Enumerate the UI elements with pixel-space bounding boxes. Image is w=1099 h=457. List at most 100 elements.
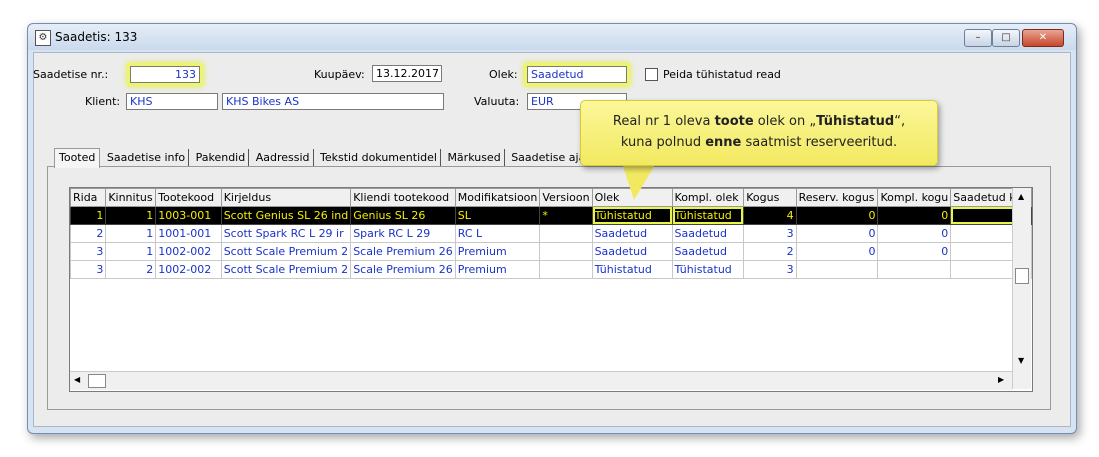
cell-kompl-olek: Saadetud — [671, 242, 745, 261]
cell-kogus: 3 — [743, 260, 797, 279]
callout-text: Real nr 1 oleva toote olek on „Tühistatu… — [581, 111, 937, 153]
klient-code-field[interactable]: KHS — [126, 93, 218, 110]
cell-kliendi-tootekood: Genius SL 26 — [350, 206, 456, 225]
tab-pakendid[interactable]: Pakendid — [193, 149, 250, 166]
scroll-left-icon[interactable]: ◀ — [74, 375, 80, 384]
cell-tootekood: 1002-002 — [155, 242, 222, 261]
callout-pointer — [622, 163, 656, 200]
cell-kirjeldus: Scott Spark RC L 29 ir — [220, 224, 352, 243]
kuupaev-label: Kuupäev: — [314, 68, 365, 81]
cell-kogus: 2 — [743, 242, 797, 261]
cell-reserv-kogus: 0 — [795, 224, 879, 243]
cell-olek: Tühistatud — [591, 206, 673, 225]
klient-label: Klient: — [85, 95, 121, 108]
cell-kompl-kogus: 0 — [877, 242, 952, 261]
cell-modifikatsioon: SL — [454, 206, 541, 225]
cell-kliendi-tootekood: Scale Premium 26 — [350, 260, 456, 279]
cell-kompl-kogus: 0 — [877, 206, 952, 225]
cell-kogus: 4 — [743, 206, 797, 225]
cell-rida: 2 — [70, 224, 107, 243]
cell-kliendi-tootekood: Scale Premium 26 — [350, 242, 456, 261]
callout-text-part: olek on „ — [753, 114, 817, 129]
cell-reserv-kogus: 0 — [795, 242, 879, 261]
col-header[interactable]: Kompl. kogu — [877, 188, 952, 207]
callout-text-part: Real nr 1 oleva — [612, 114, 715, 129]
cell-olek: Saadetud — [591, 242, 673, 261]
col-header[interactable]: Kompl. olek — [671, 188, 745, 207]
cell-tootekood: 1002-002 — [155, 260, 222, 279]
cell-rida: 3 — [70, 242, 107, 261]
tab-tekstid-dokumentidel[interactable]: Tekstid dokumentidel — [317, 149, 441, 166]
olek-label: Olek: — [489, 68, 518, 81]
tab-strip: Tooted Saadetise info Pakendid Aadressid… — [54, 148, 588, 168]
cell-rida: 1 — [70, 206, 107, 225]
callout-text-bold: enne — [705, 135, 742, 150]
col-header[interactable]: Kogus — [743, 188, 797, 207]
callout-text-part: “, — [894, 114, 906, 129]
cell-kirjeldus: Scott Genius SL 26 ind — [220, 206, 352, 225]
tab-markused[interactable]: Märkused — [444, 149, 505, 166]
callout-text-part: saatmist reserveeritud. — [741, 135, 898, 150]
cell-tootekood: 1003-001 — [155, 206, 222, 225]
col-header[interactable]: Modifikatsioon — [454, 188, 541, 207]
cell-kompl-olek: Saadetud — [671, 224, 745, 243]
cell-olek: Saadetud — [591, 224, 673, 243]
tab-saadetise-aja[interactable]: Saadetise aja — [508, 149, 588, 166]
cell-kinnitus: 1 — [105, 206, 157, 225]
minimize-button[interactable]: – — [964, 29, 992, 47]
saadetise-nr-field[interactable]: 133 — [130, 66, 200, 83]
col-header[interactable]: Kirjeldus — [220, 188, 352, 207]
cell-kirjeldus: Scott Scale Premium 2 — [220, 242, 352, 261]
tab-tooted[interactable]: Tooted — [54, 148, 101, 168]
title-bar[interactable]: ⚙ Saadetis: 133 – □ ✕ — [28, 24, 1076, 50]
cell-kliendi-tootekood: Spark RC L 29 — [350, 224, 456, 243]
close-button[interactable]: ✕ — [1022, 29, 1064, 47]
horizontal-scroll-thumb[interactable] — [88, 374, 106, 388]
annotation-callout: Real nr 1 oleva toote olek on „Tühistatu… — [580, 100, 938, 166]
scroll-down-icon[interactable]: ▼ — [1018, 356, 1024, 365]
callout-text-bold: toote — [714, 114, 754, 129]
products-grid[interactable]: Rida Kinnitus Tootekood Kirjeldus Kliend… — [69, 187, 1033, 392]
cell-kompl-olek: Tühistatud — [671, 206, 745, 225]
table-row[interactable]: 1 1 1003-001 Scott Genius SL 26 ind Geni… — [70, 206, 1032, 225]
cell-kinnitus: 1 — [105, 224, 157, 243]
col-header[interactable]: Reserv. kogus — [795, 188, 879, 207]
table-row[interactable]: 2 1 1001-001 Scott Spark RC L 29 ir Spar… — [70, 224, 1032, 243]
klient-name-field[interactable]: KHS Bikes AS — [222, 93, 444, 110]
tab-aadressid[interactable]: Aadressid — [253, 149, 314, 166]
table-header-row: Rida Kinnitus Tootekood Kirjeldus Kliend… — [70, 188, 1032, 207]
cell-versioon — [539, 260, 593, 279]
col-header[interactable]: Rida — [70, 188, 107, 207]
horizontal-scrollbar[interactable]: ◀ ▶ — [70, 371, 1012, 390]
kuupaev-field[interactable]: 13.12.2017 — [372, 65, 442, 82]
vertical-scrollbar[interactable]: ▲ ▼ — [1012, 188, 1031, 389]
callout-text-bold: Tühistatud — [816, 114, 895, 129]
table-row[interactable]: 3 2 1002-002 Scott Scale Premium 2 Scale… — [70, 260, 1032, 279]
cell-modifikatsioon: RC L — [454, 224, 541, 243]
tab-saadetise-info[interactable]: Saadetise info — [104, 149, 190, 166]
cell-reserv-kogus: 0 — [795, 206, 879, 225]
scroll-up-icon[interactable]: ▲ — [1018, 192, 1024, 201]
cell-versioon — [539, 242, 593, 261]
saadetise-nr-label: Saadetise nr.: — [33, 68, 109, 81]
cell-reserv-kogus — [795, 260, 879, 279]
col-header[interactable]: Versioon — [539, 188, 593, 207]
window-title: Saadetis: 133 — [55, 30, 138, 44]
col-header[interactable]: Kliendi tootekood — [350, 188, 456, 207]
cell-olek: Tühistatud — [591, 260, 673, 279]
hide-cancelled-checkbox[interactable] — [645, 68, 658, 81]
cell-modifikatsioon: Premium — [454, 260, 541, 279]
cell-tootekood: 1001-001 — [155, 224, 222, 243]
cell-kompl-kogus: 0 — [877, 224, 952, 243]
cell-kompl-olek: Tühistatud — [671, 260, 745, 279]
cell-rida: 3 — [70, 260, 107, 279]
col-header[interactable]: Tootekood — [155, 188, 222, 207]
maximize-button[interactable]: □ — [992, 29, 1020, 47]
table-row[interactable]: 3 1 1002-002 Scott Scale Premium 2 Scale… — [70, 242, 1032, 261]
scroll-right-icon[interactable]: ▶ — [998, 375, 1004, 384]
vertical-scroll-thumb[interactable] — [1015, 268, 1029, 284]
cell-kirjeldus: Scott Scale Premium 2 — [220, 260, 352, 279]
olek-field[interactable]: Saadetud — [527, 66, 627, 83]
col-header[interactable]: Kinnitus — [105, 188, 157, 207]
valuuta-label: Valuuta: — [474, 95, 520, 108]
